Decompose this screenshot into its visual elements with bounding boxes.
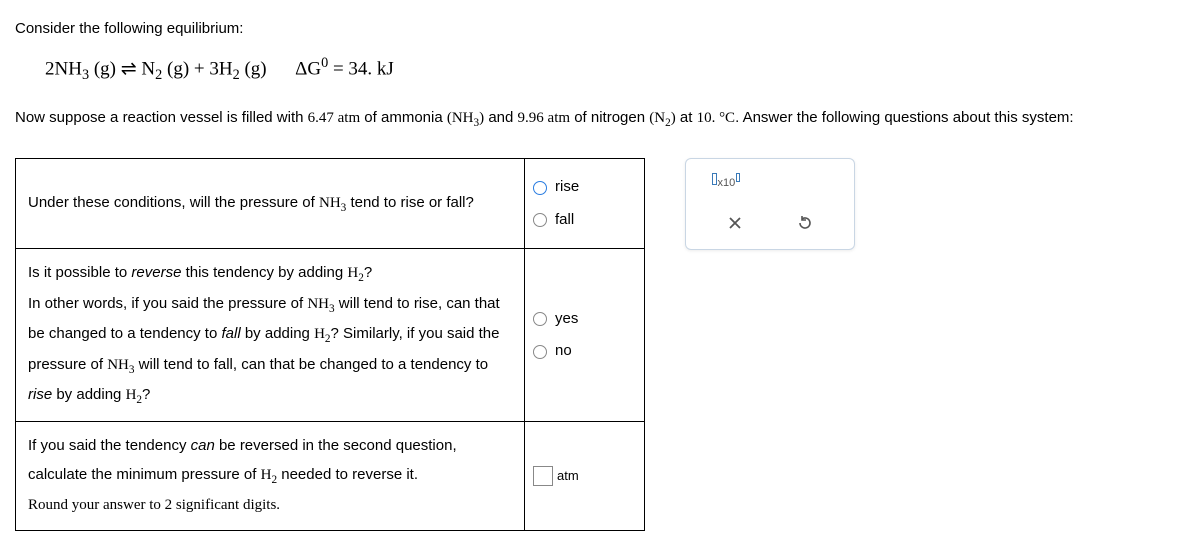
formula: H2 (347, 265, 363, 281)
radio-fall[interactable]: fall (533, 206, 636, 235)
t: ? (364, 264, 372, 281)
t: by adding (241, 325, 314, 342)
t: of nitrogen (570, 109, 649, 126)
t: . Answer the following questions about t… (735, 109, 1074, 126)
formula: NH3 (307, 296, 334, 312)
f: NH (307, 296, 329, 312)
q1-text: Under these conditions, will the pressur… (16, 159, 525, 249)
prompt-text: Now suppose a reaction vessel is filled … (15, 104, 1185, 133)
q1-answers: rise fall (525, 159, 645, 249)
t: by adding (52, 386, 125, 403)
em: can (191, 437, 215, 454)
formula: H2 (314, 326, 330, 342)
unit-label: atm (557, 468, 579, 483)
em: fall (221, 325, 240, 342)
t: Is it possible to (28, 264, 131, 281)
toolbox-panel: x10 (685, 158, 855, 250)
formula: NH3 (319, 195, 346, 211)
formula: NH3 (107, 357, 134, 373)
label: yes (555, 305, 578, 334)
sci-notation-button[interactable]: x10 (712, 173, 740, 197)
formula: (N2) (649, 110, 675, 126)
f: H (314, 326, 325, 342)
eq-mid: (g) + 3H (162, 58, 232, 79)
eq-state: (g) ⇌ N (89, 58, 155, 79)
q2-text: Is it possible to reverse this tendency … (16, 249, 525, 422)
f: H (347, 265, 358, 281)
label: no (555, 337, 572, 366)
t: Now suppose a reaction vessel is filled … (15, 109, 308, 126)
pressure-input[interactable] (533, 466, 553, 486)
em: reverse (131, 264, 181, 281)
t: will tend to fall, can that be changed t… (135, 356, 489, 373)
q3-text: If you said the tendency can be reversed… (16, 422, 525, 530)
dg-val: = 34. kJ (328, 58, 394, 79)
t: needed to reverse it. (277, 466, 418, 483)
val: 6.47 atm (308, 110, 361, 126)
formula: H2 (126, 387, 142, 403)
intro-text: Consider the following equilibrium: (15, 20, 1185, 37)
eq-sub: 3 (82, 67, 89, 83)
box-icon (736, 173, 740, 182)
t: of ammonia (360, 109, 447, 126)
f: H (261, 467, 272, 483)
box-icon (712, 173, 717, 185)
radio-icon (533, 181, 547, 195)
t: tend to rise or fall? (346, 194, 474, 211)
radio-rise[interactable]: rise (533, 173, 636, 202)
q3-answer: atm (525, 422, 645, 530)
reset-button[interactable] (791, 211, 819, 235)
val: 9.96 atm (518, 110, 571, 126)
f: NH (319, 195, 341, 211)
radio-yes[interactable]: yes (533, 305, 636, 334)
f: H (126, 387, 137, 403)
formula: (NH3) (447, 110, 484, 126)
t: In other words, if you said the pressure… (28, 295, 307, 312)
formula: H2 (261, 467, 277, 483)
t: and (484, 109, 517, 126)
val: 10. °C (697, 110, 736, 126)
clear-button[interactable] (721, 211, 749, 235)
em: rise (28, 386, 52, 403)
x10-label: x10 (718, 177, 736, 189)
question-table: Under these conditions, will the pressur… (15, 158, 645, 530)
x-icon (727, 215, 743, 231)
dg-label: ΔG (295, 58, 321, 79)
t: Under these conditions, will the pressur… (28, 194, 319, 211)
f: (NH (447, 110, 474, 126)
t: ? (142, 386, 150, 403)
q2-answers: yes no (525, 249, 645, 422)
reset-icon (796, 214, 814, 232)
f: NH (107, 357, 129, 373)
eq-lhs: 2NH (45, 58, 82, 79)
radio-no[interactable]: no (533, 337, 636, 366)
t: Round your answer to 2 significant digit… (28, 497, 280, 513)
label: rise (555, 173, 579, 202)
f: (N (649, 110, 665, 126)
t: this tendency by adding (181, 264, 347, 281)
radio-icon (533, 345, 547, 359)
eq-state: (g) (240, 58, 267, 79)
label: fall (555, 206, 574, 235)
t: at (676, 109, 697, 126)
eq-sub: 2 (233, 67, 240, 83)
equilibrium-equation: 2NH3 (g) ⇌ N2 (g) + 3H2 (g) ΔG0 = 34. kJ (45, 55, 1185, 84)
radio-icon (533, 312, 547, 326)
t: If you said the tendency (28, 437, 191, 454)
radio-icon (533, 213, 547, 227)
